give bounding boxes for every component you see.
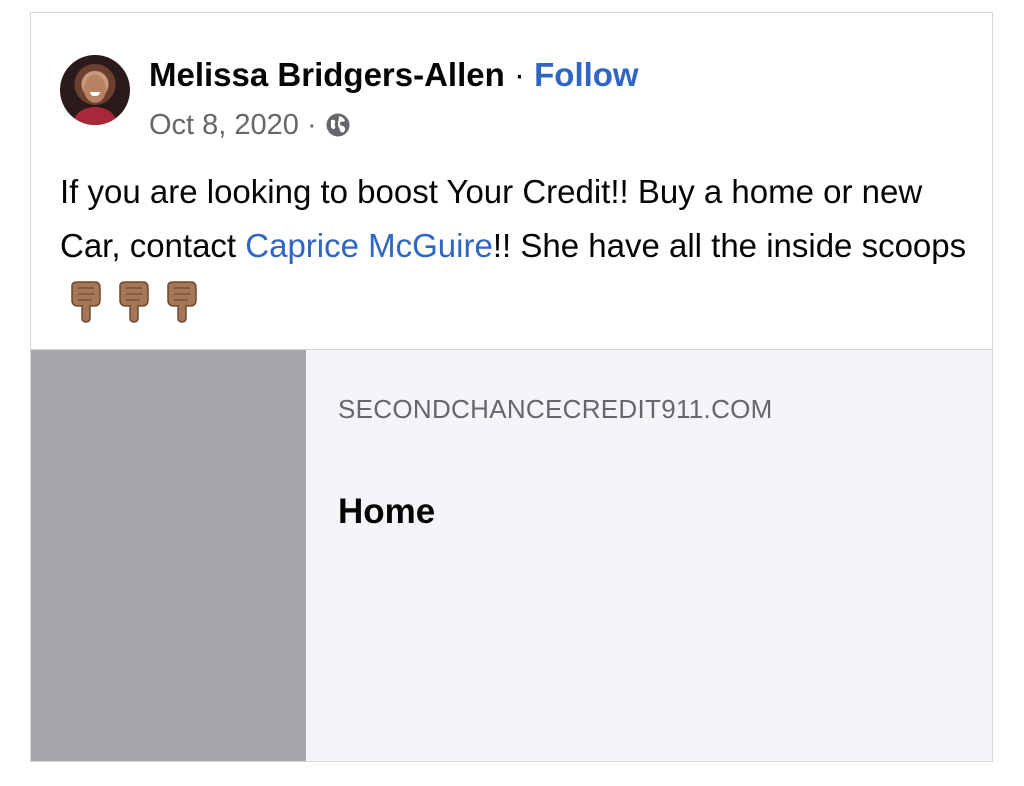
link-preview-domain: SECONDCHANCECREDIT911.COM	[338, 394, 773, 424]
link-preview-image[interactable]	[31, 350, 306, 761]
post-meta: Oct 8, 2020 ·	[149, 105, 351, 145]
post-date[interactable]: Oct 8, 2020	[149, 105, 299, 145]
link-preview-card[interactable]: SECONDCHANCECREDIT911.COM Home	[31, 349, 992, 761]
post-text-part2: !! She have all the inside scoops	[492, 227, 967, 264]
post-header: Melissa Bridgers-Allen · Follow	[149, 54, 639, 96]
avatar-shirt	[74, 107, 116, 125]
pointing-down-hand-icon	[167, 281, 197, 324]
pointing-down-hand-icon	[119, 281, 149, 324]
meta-separator: ·	[306, 109, 317, 141]
emoji-group	[68, 280, 200, 324]
header-separator: ·	[513, 56, 525, 93]
pointing-down-hand-icon	[71, 281, 101, 324]
avatar-face	[84, 75, 106, 103]
link-preview-title[interactable]: Home	[338, 492, 435, 532]
author-avatar[interactable]	[60, 55, 130, 125]
globe-icon[interactable]	[325, 112, 351, 138]
post-body: If you are looking to boost Your Credit!…	[60, 165, 970, 327]
author-name[interactable]: Melissa Bridgers-Allen	[149, 56, 505, 93]
link-preview-body[interactable]: SECONDCHANCECREDIT911.COM Home	[306, 350, 992, 761]
mention-link[interactable]: Caprice McGuire	[245, 227, 493, 264]
follow-button[interactable]: Follow	[534, 56, 638, 93]
facebook-post-card: Melissa Bridgers-Allen · Follow Oct 8, 2…	[30, 12, 993, 762]
